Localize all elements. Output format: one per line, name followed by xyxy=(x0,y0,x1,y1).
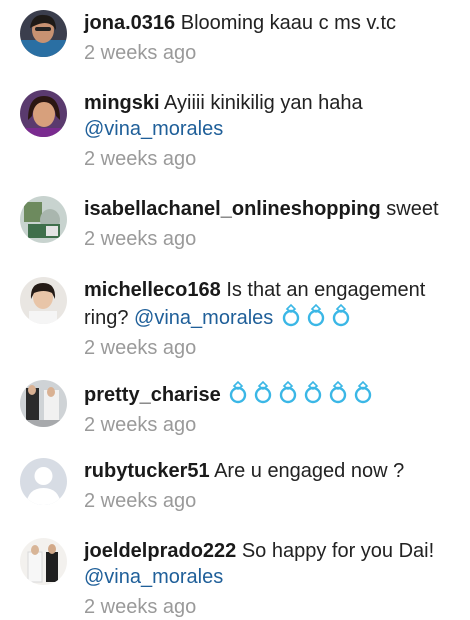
ring-icon xyxy=(279,303,303,327)
avatar[interactable] xyxy=(20,380,67,427)
comment-timestamp: 2 weeks ago xyxy=(84,414,197,436)
comment-text: Blooming kaau c ms v.tc xyxy=(180,12,396,34)
comment-username[interactable]: michelleco168 xyxy=(84,279,221,301)
comment-timestamp: 2 weeks ago xyxy=(84,228,197,250)
ring-icon xyxy=(329,303,353,327)
comment-mention[interactable]: @vina_morales xyxy=(134,307,273,329)
ring-icon xyxy=(251,380,275,404)
avatar[interactable] xyxy=(20,538,67,585)
avatar[interactable] xyxy=(20,90,67,137)
comment-timestamp: 2 weeks ago xyxy=(84,596,197,618)
comment-username[interactable]: joeldelprado222 xyxy=(84,540,236,562)
ring-icon xyxy=(276,380,300,404)
avatar[interactable] xyxy=(20,10,67,57)
comment-text: So happy for you Dai! xyxy=(241,540,435,562)
ring-icon xyxy=(226,380,250,404)
comment-username[interactable]: rubytucker51 xyxy=(84,460,210,482)
comment-text: Are u engaged now ? xyxy=(214,460,405,482)
comment-mention[interactable]: @vina_morales xyxy=(84,118,223,140)
ring-icon xyxy=(304,303,328,327)
comment-text: Ayiiii kinikilig yan haha xyxy=(164,92,363,114)
ring-emoji-group xyxy=(226,380,376,404)
comment-timestamp: 2 weeks ago xyxy=(84,337,197,359)
comment-timestamp: 2 weeks ago xyxy=(84,490,197,512)
avatar[interactable] xyxy=(20,277,67,324)
comment-text: sweet xyxy=(386,198,439,220)
default-user-icon[interactable] xyxy=(20,458,67,505)
avatar[interactable] xyxy=(20,196,67,243)
ring-icon xyxy=(301,380,325,404)
ring-emoji-group xyxy=(279,303,354,327)
ring-icon xyxy=(326,380,350,404)
comment-timestamp: 2 weeks ago xyxy=(84,148,197,170)
comment-username[interactable]: mingski xyxy=(84,92,160,114)
comment-username[interactable]: isabellachanel_onlineshopping xyxy=(84,198,381,220)
comment-username[interactable]: jona.0316 xyxy=(84,12,175,34)
comment-timestamp: 2 weeks ago xyxy=(84,42,197,64)
ring-icon xyxy=(351,380,375,404)
comment-mention[interactable]: @vina_morales xyxy=(84,566,223,588)
comment-username[interactable]: pretty_charise xyxy=(84,384,221,406)
